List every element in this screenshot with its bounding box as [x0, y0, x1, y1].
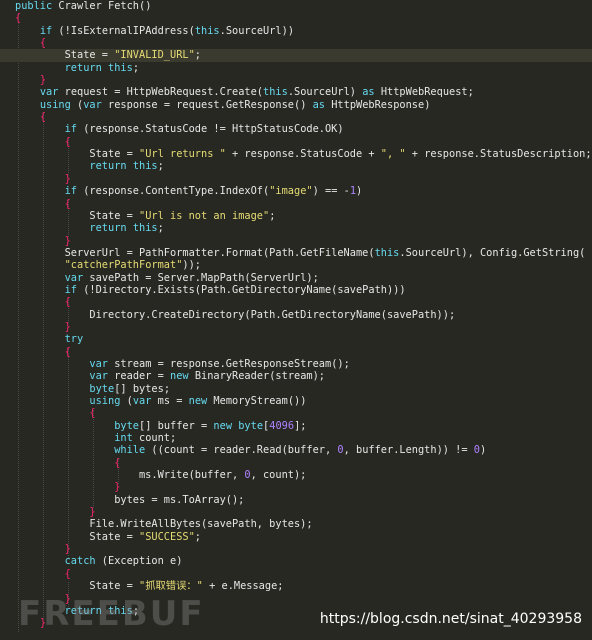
code-line[interactable]: {	[0, 12, 592, 24]
code-line[interactable]: {	[0, 198, 592, 210]
code-line[interactable]: {	[0, 296, 592, 308]
code-line[interactable]: State = "INVALID_URL";	[0, 49, 592, 62]
code-line[interactable]: State = "Url returns " + response.Status…	[0, 148, 592, 160]
code-line[interactable]: {	[0, 111, 592, 123]
code-line[interactable]: }	[0, 235, 592, 247]
code-line[interactable]: }	[0, 506, 592, 518]
code-line[interactable]: ServerUrl = PathFormatter.Format(Path.Ge…	[0, 247, 592, 259]
code-line[interactable]: {	[0, 136, 592, 148]
code-line[interactable]: {	[0, 407, 592, 419]
code-line[interactable]: }	[0, 321, 592, 333]
code-line[interactable]: var stream = response.GetResponseStream(…	[0, 358, 592, 370]
code-line[interactable]: return this;	[0, 62, 592, 74]
code-line[interactable]: if (!IsExternalIPAddress(this.SourceUrl)…	[0, 25, 592, 37]
code-line[interactable]: byte[] buffer = new byte[4096];	[0, 420, 592, 432]
code-line[interactable]: State = "SUCCESS";	[0, 531, 592, 543]
code-line[interactable]: if (response.ContentType.IndexOf("image"…	[0, 185, 592, 197]
code-line[interactable]: if (response.StatusCode != HttpStatusCod…	[0, 123, 592, 135]
code-line[interactable]: return this;	[0, 222, 592, 234]
code-line[interactable]: var savePath = Server.MapPath(ServerUrl)…	[0, 272, 592, 284]
code-line[interactable]: var reader = new BinaryReader(stream);	[0, 370, 592, 382]
freebuf-watermark: FREEBUF	[18, 594, 205, 634]
code-line[interactable]: byte[] bytes;	[0, 383, 592, 395]
code-line[interactable]: ms.Write(buffer, 0, count);	[0, 469, 592, 481]
code-line[interactable]: "catcherPathFormat"));	[0, 259, 592, 271]
code-line[interactable]: }	[0, 481, 592, 493]
code-line[interactable]: {	[0, 37, 592, 49]
code-line[interactable]: public Crawler Fetch()	[0, 0, 592, 12]
code-line[interactable]: if (!Directory.Exists(Path.GetDirectoryN…	[0, 284, 592, 296]
code-line[interactable]: {	[0, 457, 592, 469]
code-line[interactable]: }	[0, 74, 592, 86]
code-line[interactable]: Directory.CreateDirectory(Path.GetDirect…	[0, 309, 592, 321]
code-line[interactable]: State = "抓取错误：" + e.Message;	[0, 580, 592, 592]
code-line[interactable]: using (var ms = new MemoryStream())	[0, 395, 592, 407]
code-line[interactable]: int count;	[0, 432, 592, 444]
code-area[interactable]: public Crawler Fetch(){ if (!IsExternalI…	[0, 0, 592, 630]
code-line[interactable]: }	[0, 543, 592, 555]
code-line[interactable]: catch (Exception e)	[0, 555, 592, 567]
code-line[interactable]: }	[0, 173, 592, 185]
code-line[interactable]: var request = HttpWebRequest.Create(this…	[0, 86, 592, 98]
code-line[interactable]: {	[0, 346, 592, 358]
code-line[interactable]: bytes = ms.ToArray();	[0, 494, 592, 506]
code-line[interactable]: using (var response = request.GetRespons…	[0, 99, 592, 111]
code-line[interactable]: try	[0, 333, 592, 345]
code-line[interactable]: {	[0, 568, 592, 580]
code-line[interactable]: State = "Url is not an image";	[0, 210, 592, 222]
code-line[interactable]: File.WriteAllBytes(savePath, bytes);	[0, 518, 592, 530]
csdn-url-watermark: https://blog.csdn.net/sinat_40293958	[319, 611, 582, 627]
code-line[interactable]: return this;	[0, 160, 592, 172]
code-line[interactable]: while ((count = reader.Read(buffer, 0, b…	[0, 444, 592, 456]
code-editor[interactable]: public Crawler Fetch(){ if (!IsExternalI…	[0, 0, 592, 640]
